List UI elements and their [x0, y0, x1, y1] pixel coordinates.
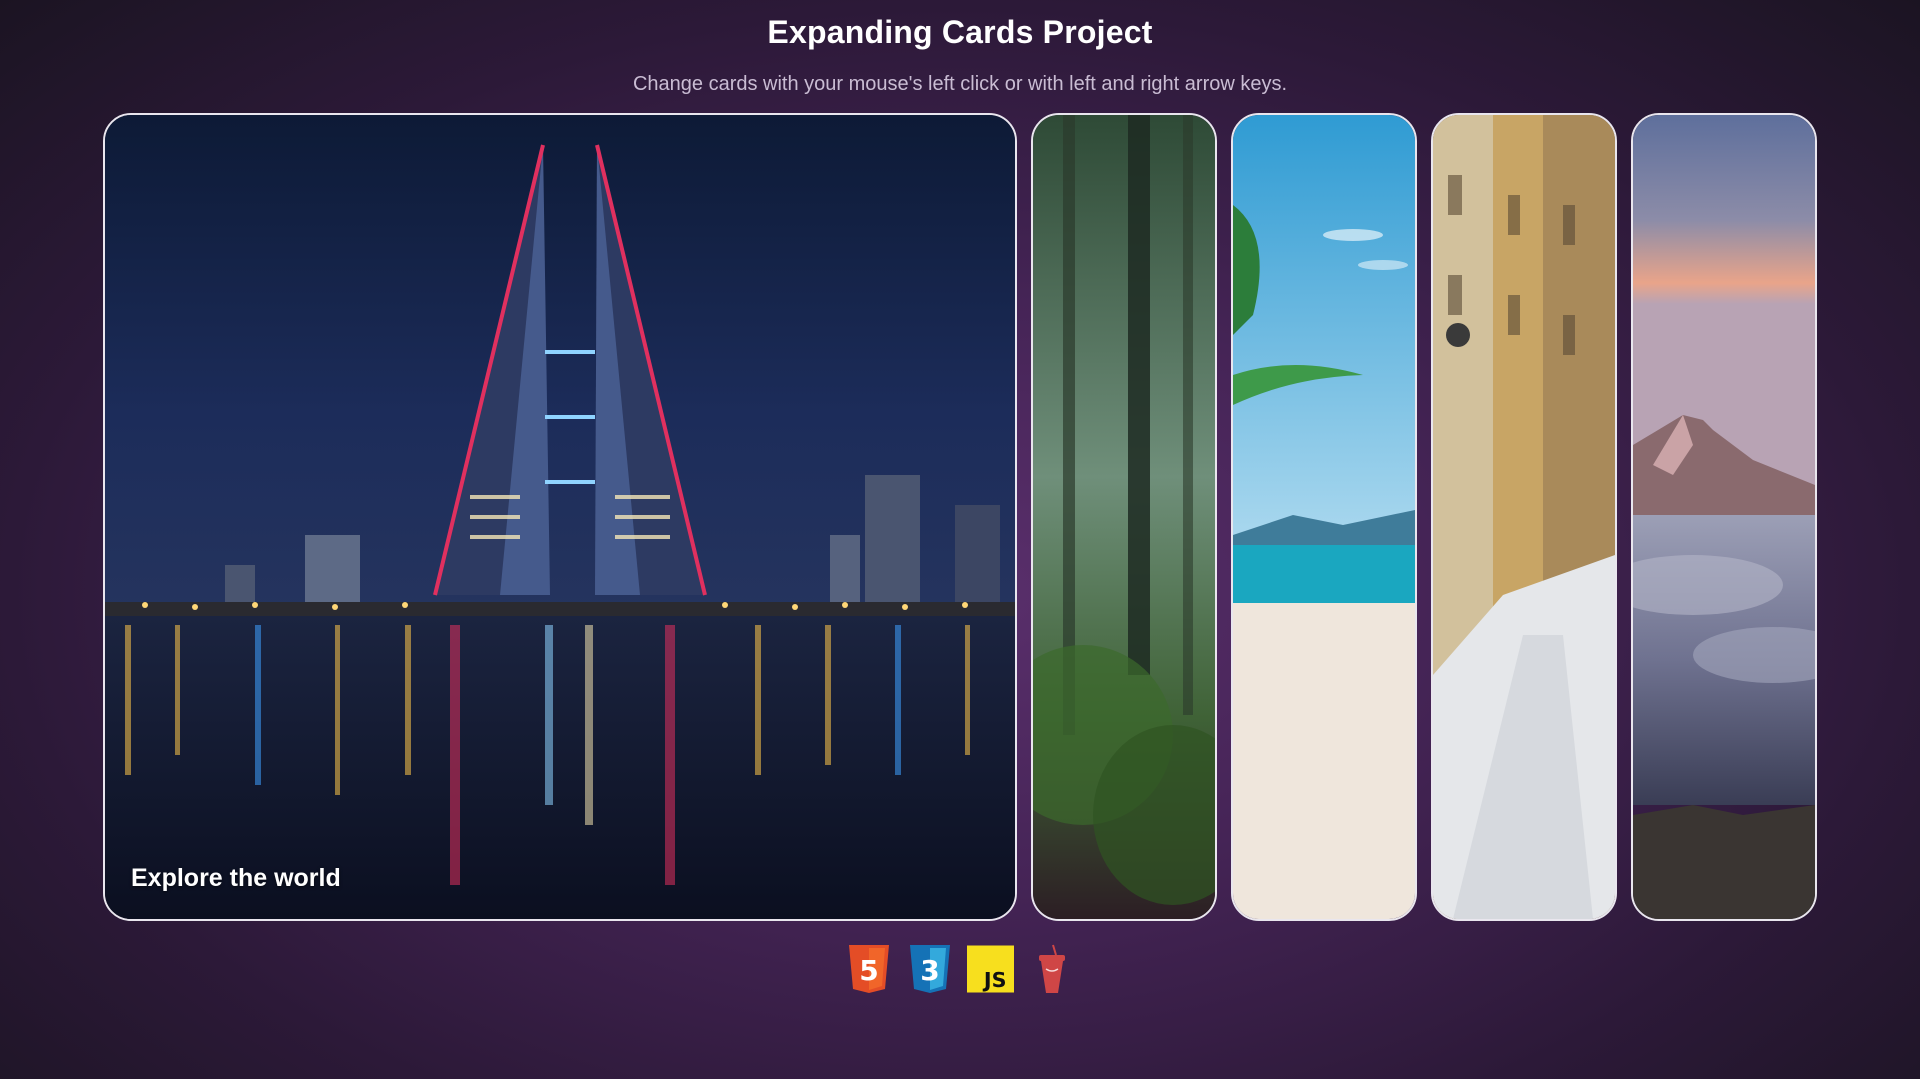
snowy-street-image [1433, 115, 1615, 919]
javascript-icon-label: JS [982, 968, 1007, 992]
css3-icon: 3 [906, 943, 953, 995]
card-beach[interactable] [1231, 113, 1417, 921]
night-city-image [105, 115, 1015, 919]
mountain-image [1633, 115, 1815, 919]
cards-container: Explore the world [103, 113, 1818, 921]
card-label: Explore the world [131, 864, 341, 892]
card-night-city[interactable]: Explore the world [103, 113, 1017, 921]
tech-stack-icons: 5 3 JS [0, 943, 1920, 995]
card-snowy-street[interactable] [1431, 113, 1617, 921]
card-forest[interactable] [1031, 113, 1217, 921]
page-title: Expanding Cards Project [767, 14, 1153, 50]
javascript-icon: JS [967, 943, 1014, 995]
page-subtitle: Change cards with your mouse's left clic… [632, 73, 1288, 95]
forest-image [1033, 115, 1215, 919]
html5-icon-label: 5 [859, 954, 878, 987]
gulp-icon [1028, 943, 1075, 995]
beach-image [1233, 115, 1415, 919]
card-mountain[interactable] [1631, 113, 1817, 921]
html5-icon: 5 [845, 943, 892, 995]
css3-icon-label: 3 [920, 954, 939, 987]
